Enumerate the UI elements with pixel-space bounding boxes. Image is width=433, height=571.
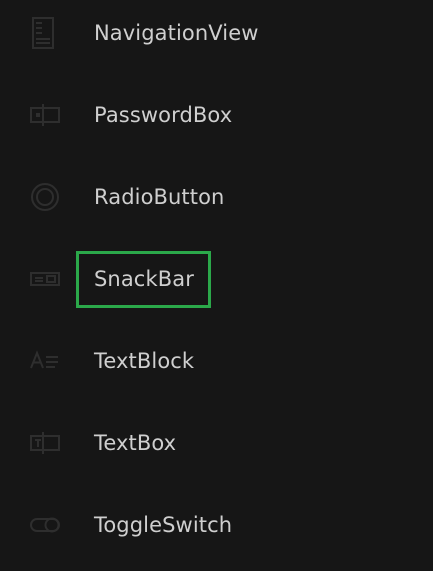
- list-item-password-box[interactable]: PasswordBox: [0, 74, 433, 156]
- list-item-radio-button[interactable]: RadioButton: [0, 156, 433, 238]
- radio-button-icon: [28, 180, 62, 214]
- list-item-text-block[interactable]: TextBlock: [0, 320, 433, 402]
- list-item-text-box[interactable]: TextBox: [0, 402, 433, 484]
- list-item-label: NavigationView: [94, 21, 259, 45]
- list-item-navigation-view[interactable]: NavigationView: [0, 0, 433, 74]
- list-item-label: RadioButton: [94, 185, 225, 209]
- controls-list: NavigationView PasswordBox RadioButton S…: [0, 0, 433, 571]
- list-item-snackbar[interactable]: SnackBar: [0, 238, 433, 320]
- password-box-icon: [28, 98, 62, 132]
- list-item-label: PasswordBox: [94, 103, 233, 127]
- list-item-toggle-switch[interactable]: ToggleSwitch: [0, 484, 433, 566]
- list-item-label: ToggleSwitch: [94, 513, 233, 537]
- list-item-label: TextBox: [94, 431, 177, 455]
- text-block-icon: [28, 344, 62, 378]
- list-item-label: TextBlock: [94, 349, 195, 373]
- snackbar-icon: [28, 262, 62, 296]
- list-item-label: SnackBar: [94, 267, 194, 291]
- toggle-switch-icon: [28, 508, 62, 542]
- navigation-view-icon: [28, 16, 62, 50]
- text-box-icon: [28, 426, 62, 460]
